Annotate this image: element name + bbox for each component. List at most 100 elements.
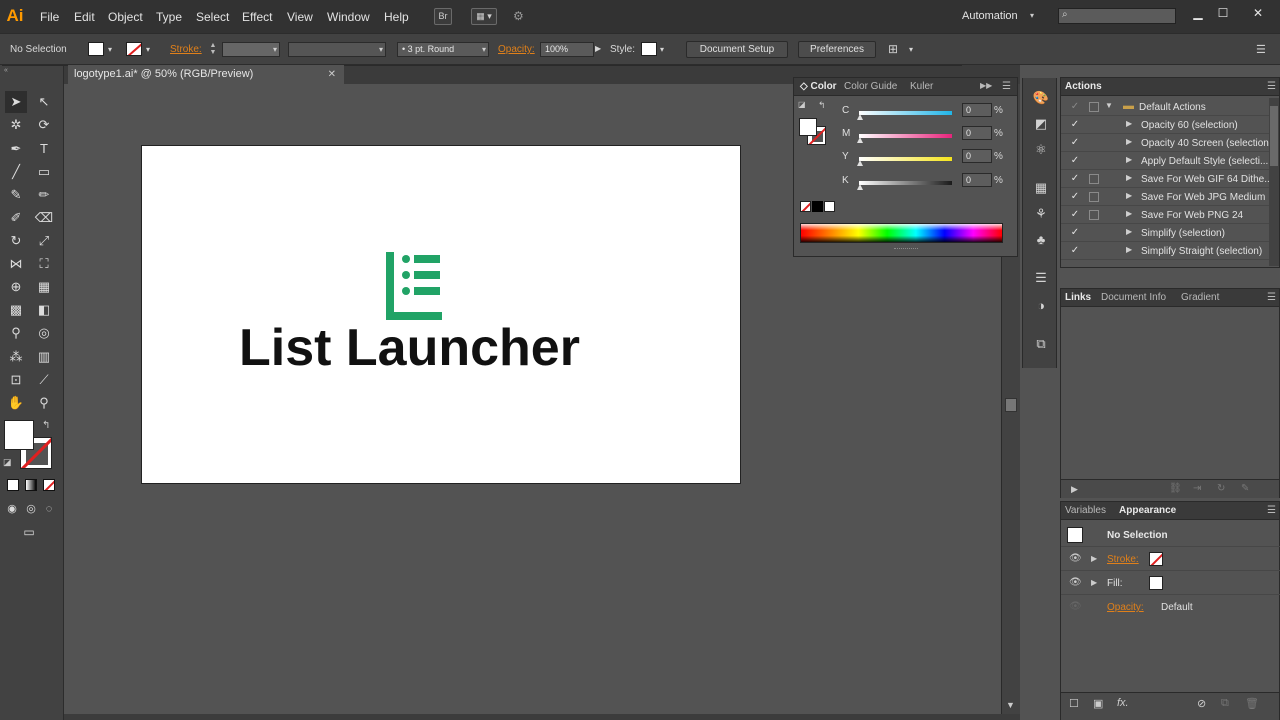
stroke-panel-icon[interactable]: ☰	[1031, 268, 1051, 288]
panel-menu-icon[interactable]: ☰	[1002, 81, 1011, 92]
style-swatch[interactable]	[641, 42, 657, 56]
default-colors-icon[interactable]: ◪	[3, 457, 13, 467]
panel-menu-icon[interactable]: ☰	[1267, 81, 1276, 92]
tab-document-info[interactable]: Document Info	[1101, 292, 1166, 303]
menu-help[interactable]: Help	[384, 10, 409, 24]
layers-icon[interactable]: ⧉	[1031, 334, 1051, 354]
brushes-icon[interactable]: ⚘	[1031, 204, 1051, 224]
stroke-weight-stepper[interactable]: ▲ ▼	[207, 42, 219, 57]
blend-tool-icon[interactable]: ◎	[33, 322, 55, 344]
scale-tool-icon[interactable]: ⤢	[33, 230, 55, 252]
color-mode-icon[interactable]	[7, 479, 19, 491]
opacity-label[interactable]: Opacity:	[498, 44, 535, 55]
white-color-button[interactable]	[824, 201, 835, 212]
scroll-thumb[interactable]	[1270, 106, 1278, 166]
stroke-swatch[interactable]	[126, 42, 142, 56]
check-icon[interactable]: ✓	[1069, 137, 1081, 148]
color-guide-icon[interactable]: ⚛	[1031, 140, 1051, 160]
effects-icon[interactable]: fx.	[1117, 697, 1129, 709]
list-item[interactable]: ✓ ▶ Opacity 60 (selection)	[1061, 117, 1271, 134]
selection-tool-icon[interactable]: ➤	[5, 91, 27, 113]
draw-inside-icon[interactable]: ◌	[40, 498, 58, 520]
stroke-label[interactable]: Stroke:	[170, 44, 202, 55]
shape-builder-tool-icon[interactable]: ⊕	[5, 276, 27, 298]
opacity-label[interactable]: Opacity:	[1107, 602, 1144, 613]
duplicate-icon[interactable]: ⧉	[1221, 697, 1229, 710]
rectangle-tool-icon[interactable]: ▭	[33, 161, 55, 183]
gradient-mode-icon[interactable]	[25, 479, 37, 491]
black-slider[interactable]: K 0 %	[794, 172, 1004, 192]
free-transform-tool-icon[interactable]: ⛶	[33, 253, 55, 275]
fill-swatch[interactable]	[88, 42, 104, 56]
symbols-icon[interactable]: ♣	[1031, 230, 1051, 250]
fill-row[interactable]: 👁 ▶ Fill:	[1061, 572, 1280, 595]
document-tab[interactable]: logotype1.ai* @ 50% (RGB/Preview) ✕	[68, 65, 344, 84]
chevron-right-icon[interactable]: ▶	[1126, 137, 1132, 146]
black-value[interactable]: 0	[962, 173, 992, 187]
chevron-right-icon[interactable]: ▶	[1126, 173, 1132, 182]
menu-type[interactable]: Type	[156, 10, 182, 24]
chevron-down-icon[interactable]: ▾	[660, 45, 664, 54]
tab-gradient[interactable]: Gradient	[1181, 292, 1219, 303]
lasso-tool-icon[interactable]: ⟳	[33, 114, 55, 136]
chevron-right-icon[interactable]: ▶	[1091, 554, 1097, 563]
actions-scrollbar[interactable]	[1269, 98, 1279, 266]
arrange-icon[interactable]: ⊞	[888, 42, 898, 56]
check-icon[interactable]: ✓	[1069, 101, 1081, 112]
yellow-slider[interactable]: Y 0 %	[794, 148, 1004, 168]
cyan-slider[interactable]: C 0 %	[794, 102, 1004, 122]
action-set[interactable]: ✓ ▼ ▬ Default Actions	[1061, 99, 1271, 116]
stroke-label[interactable]: Stroke:	[1107, 554, 1139, 565]
chevron-right-icon[interactable]: ▶	[1126, 209, 1132, 218]
panel-menu-icon[interactable]: ☰	[1267, 505, 1276, 516]
clear-appearance-icon[interactable]: ⊘	[1197, 697, 1206, 710]
chevron-right-icon[interactable]: ▶	[595, 44, 601, 53]
chevron-down-icon[interactable]: ▾	[108, 45, 112, 54]
opacity-field[interactable]: 100%	[540, 42, 594, 57]
screen-mode-icon[interactable]: ▭	[18, 521, 40, 543]
trash-icon[interactable]: 🗑	[1245, 697, 1259, 710]
chevron-right-icon[interactable]: ▶	[1126, 191, 1132, 200]
tab-links[interactable]: Links	[1065, 292, 1091, 303]
swatch-grid-icon[interactable]: ▦	[1031, 178, 1051, 198]
tab-kuler[interactable]: Kuler	[910, 81, 933, 92]
menu-edit[interactable]: Edit	[74, 10, 95, 24]
opacity-row[interactable]: 👁 Opacity: Default	[1061, 596, 1280, 619]
minimize-button[interactable]: ▁	[1191, 6, 1205, 20]
swatches-icon[interactable]: ◩	[1031, 114, 1051, 134]
relink-icon[interactable]: ⛓	[1169, 483, 1182, 494]
slice-tool-icon[interactable]: ⟋	[33, 369, 55, 391]
check-icon[interactable]: ✓	[1069, 245, 1081, 256]
eye-icon[interactable]: 👁	[1069, 553, 1082, 564]
tab-color[interactable]: ◇ Color	[800, 81, 837, 92]
direct-selection-tool-icon[interactable]: ↖	[33, 91, 55, 113]
rotate-tool-icon[interactable]: ↻	[5, 230, 27, 252]
chevron-down-icon[interactable]: ▾	[909, 45, 913, 54]
menu-view[interactable]: View	[287, 10, 313, 24]
eye-icon[interactable]: 👁	[1069, 601, 1082, 612]
list-item[interactable]: ✓ ▶ Opacity 40 Screen (selection)	[1061, 135, 1272, 152]
check-icon[interactable]: ✓	[1069, 155, 1081, 166]
document-setup-button[interactable]: Document Setup	[686, 41, 788, 58]
variable-width-dropdown[interactable]: ▾	[288, 42, 386, 57]
list-item[interactable]: ✓ ▶ Simplify (selection)	[1061, 225, 1271, 242]
artboard-tool-icon[interactable]: ⊡	[5, 369, 27, 391]
menu-effect[interactable]: Effect	[242, 10, 272, 24]
fill-swatch[interactable]	[1149, 576, 1163, 590]
pen-tool-icon[interactable]: ✒	[5, 138, 27, 160]
stroke-weight-dropdown[interactable]: ▾	[222, 42, 280, 57]
pencil-tool-icon[interactable]: ✏	[33, 184, 55, 206]
search-input[interactable]: ⌕	[1058, 8, 1176, 24]
paintbrush-tool-icon[interactable]: ✎	[5, 184, 27, 206]
tab-actions[interactable]: Actions	[1065, 81, 1102, 92]
scroll-thumb[interactable]	[1005, 398, 1017, 412]
mesh-tool-icon[interactable]: ▩	[5, 299, 27, 321]
stroke-swatch[interactable]	[1149, 552, 1163, 566]
zoom-tool-icon[interactable]: ⚲	[33, 392, 55, 414]
chevron-right-icon[interactable]: ▶	[1071, 484, 1078, 495]
tab-color-guide[interactable]: Color Guide	[844, 81, 897, 92]
chevron-right-icon[interactable]: ▶	[1126, 155, 1132, 164]
tab-appearance[interactable]: Appearance	[1119, 505, 1176, 516]
blob-brush-tool-icon[interactable]: ✐	[5, 207, 27, 229]
preferences-button[interactable]: Preferences	[798, 41, 876, 58]
